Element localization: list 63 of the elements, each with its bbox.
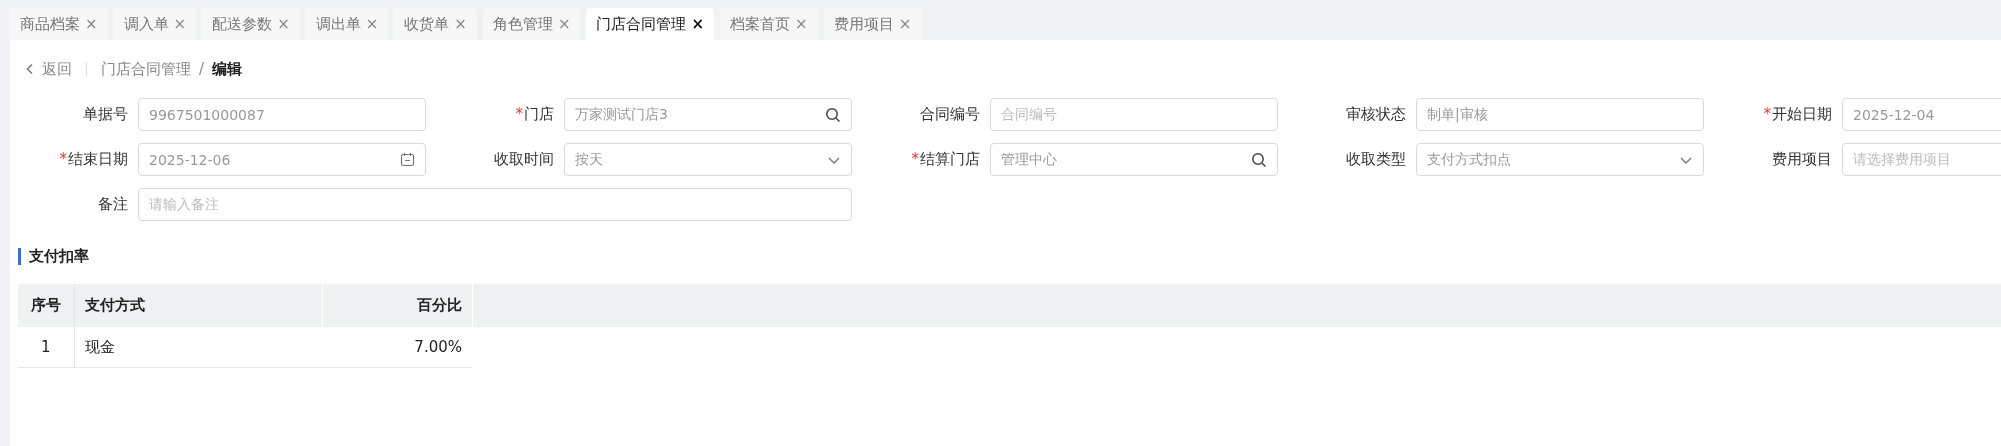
date-field[interactable]: 2025-12-06 <box>138 143 426 176</box>
table-cell: 7.00% <box>322 327 472 368</box>
close-icon[interactable]: × <box>454 15 467 33</box>
close-icon[interactable]: × <box>365 15 379 33</box>
search-icon[interactable] <box>825 106 841 123</box>
close-icon[interactable]: × <box>85 15 98 33</box>
field-label: 收取时间 <box>493 150 554 169</box>
column-header: 支付方式 <box>74 284 323 327</box>
field-label: *结束日期 <box>58 150 128 169</box>
close-icon[interactable]: × <box>277 15 290 33</box>
back-link[interactable]: 返回 <box>24 59 72 79</box>
select-field[interactable]: 按天 <box>564 143 852 176</box>
tab-label: 门店合同管理 <box>596 14 687 34</box>
tab-label: 调入单 <box>123 14 169 34</box>
close-icon[interactable]: × <box>173 15 187 33</box>
close-icon[interactable]: × <box>691 15 705 33</box>
field-label: 收取类型 <box>1345 150 1406 169</box>
tab[interactable]: 门店合同管理 × <box>586 8 715 40</box>
field-label: 合同编号 <box>919 105 980 124</box>
field-label: 单据号 <box>82 105 128 124</box>
tab[interactable]: 档案首页 × <box>720 8 818 40</box>
table-cell: 现金 <box>74 327 323 368</box>
input-field[interactable]: 请输入备注 <box>138 188 852 221</box>
tab-label: 档案首页 <box>730 14 791 34</box>
tab-label: 配送参数 <box>212 14 273 34</box>
column-header: 百分比 <box>322 284 472 327</box>
table-cell: 1 <box>18 327 75 368</box>
date-field[interactable]: 2025-12-04 <box>1842 98 2001 131</box>
input-field[interactable]: 9967501000087 <box>138 98 426 131</box>
close-icon[interactable]: × <box>795 15 808 33</box>
close-icon[interactable]: × <box>898 15 912 33</box>
search-field[interactable]: 管理中心 <box>990 143 1278 176</box>
tab[interactable]: 配送参数 × <box>202 8 300 40</box>
field-label: *门店 <box>514 105 554 124</box>
field-label: 备注 <box>97 195 128 214</box>
calendar-icon[interactable] <box>400 152 415 167</box>
tab[interactable]: 调入单 × <box>113 8 197 40</box>
tab[interactable]: 调出单 × <box>305 8 389 40</box>
field-label: *结算门店 <box>910 150 980 169</box>
tab-label: 调出单 <box>315 14 361 34</box>
breadcrumb-link[interactable]: 门店合同管理 <box>101 59 191 79</box>
tab[interactable]: 角色管理 × <box>482 8 581 40</box>
input-field[interactable]: 制单|审核 <box>1416 98 1704 131</box>
close-icon[interactable]: × <box>557 15 571 33</box>
breadcrumb-current: 编辑 <box>212 59 243 79</box>
field-label: 审核状态 <box>1345 105 1406 124</box>
tab-label: 收货单 <box>404 14 450 34</box>
tab-label: 角色管理 <box>492 14 553 34</box>
section-title: 支付扣率 <box>29 247 89 266</box>
input-field[interactable]: 合同编号 <box>990 98 1278 131</box>
tab-label: 商品档案 <box>20 14 80 34</box>
search-icon[interactable] <box>1251 151 1267 168</box>
field-label: *开始日期 <box>1762 105 1832 124</box>
select-field[interactable]: 支付方式扣点 <box>1416 143 1704 176</box>
tab[interactable]: 费用项目 × <box>823 8 922 40</box>
tab[interactable]: 商品档案 × <box>10 8 108 40</box>
tab-label: 费用项目 <box>833 14 894 34</box>
search-field[interactable]: 万家测试门店3 <box>564 98 852 131</box>
tab[interactable]: 收货单 × <box>394 8 477 40</box>
field-label: 费用项目 <box>1771 150 1832 169</box>
input-field[interactable]: 请选择费用项目 <box>1842 143 2001 176</box>
column-header: 序号 <box>18 284 75 327</box>
breadcrumb-separator: / <box>199 60 205 78</box>
